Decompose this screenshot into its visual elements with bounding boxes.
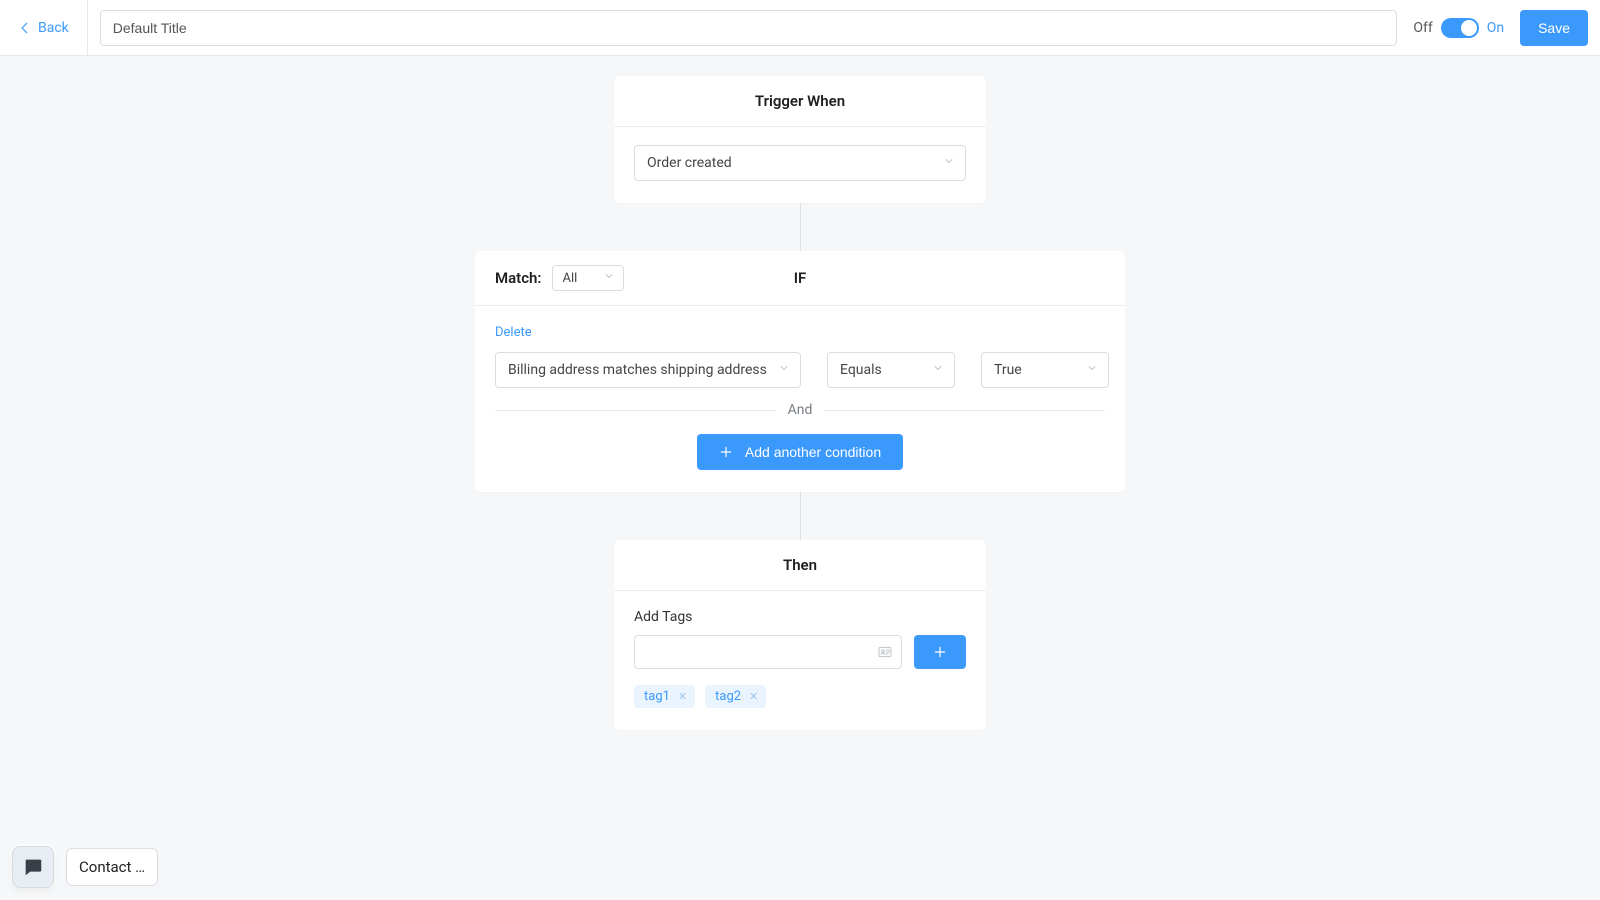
- arrow-left-icon: [18, 21, 32, 35]
- conditions-head: Match: All IF: [475, 251, 1125, 306]
- tags-list: tag1 ✕ tag2 ✕: [634, 685, 966, 708]
- tag-input-row: [634, 635, 966, 669]
- chevron-down-icon: [943, 155, 955, 171]
- chat-icon: [22, 856, 44, 878]
- connector-line: [800, 492, 801, 540]
- then-card: Then Add Tags: [614, 540, 986, 730]
- title-input[interactable]: [100, 10, 1398, 46]
- plus-icon: [719, 445, 733, 459]
- condition-value-value: True: [994, 362, 1022, 378]
- workflow-canvas: Trigger When Order created Match: All IF: [0, 56, 1600, 790]
- chat-widget-button[interactable]: [12, 846, 54, 888]
- match-select-value: All: [563, 271, 578, 286]
- trigger-card: Trigger When Order created: [614, 76, 986, 203]
- add-condition-button[interactable]: Add another condition: [697, 434, 903, 470]
- match-label: Match:: [495, 269, 542, 287]
- delete-condition-link[interactable]: Delete: [495, 325, 532, 340]
- if-label: IF: [794, 269, 807, 287]
- then-heading: Then: [614, 540, 986, 591]
- trigger-heading: Trigger When: [614, 76, 986, 127]
- plus-icon: [933, 645, 947, 659]
- add-tags-label: Add Tags: [634, 609, 966, 625]
- condition-joiner: And: [495, 402, 1105, 418]
- add-condition-label: Add another condition: [745, 444, 881, 460]
- chevron-down-icon: [1086, 362, 1098, 378]
- trigger-select-value: Order created: [647, 155, 732, 171]
- enabled-toggle-group: Off On: [1409, 18, 1508, 38]
- conditions-card: Match: All IF Delete Billing address mat…: [475, 251, 1125, 492]
- tag-input-wrapper: [634, 635, 902, 669]
- match-select[interactable]: All: [552, 265, 624, 291]
- tag-input[interactable]: [645, 636, 877, 668]
- contact-dock: Contact …: [12, 846, 158, 888]
- id-card-icon: [877, 644, 893, 660]
- chevron-down-icon: [778, 362, 790, 378]
- top-bar: Back Off On Save: [0, 0, 1600, 56]
- condition-row: Billing address matches shipping address…: [495, 352, 1105, 388]
- toggle-off-label: Off: [1413, 20, 1432, 36]
- add-tag-button[interactable]: [914, 635, 966, 669]
- back-label: Back: [38, 20, 69, 36]
- connector-line: [800, 203, 801, 251]
- chevron-down-icon: [932, 362, 944, 378]
- tag: tag1 ✕: [634, 685, 695, 708]
- back-button[interactable]: Back: [0, 0, 88, 55]
- tag-remove-icon[interactable]: ✕: [678, 690, 687, 703]
- tag-label: tag1: [644, 689, 670, 704]
- chevron-down-icon: [603, 270, 615, 286]
- tag-remove-icon[interactable]: ✕: [749, 690, 758, 703]
- condition-field-select[interactable]: Billing address matches shipping address: [495, 352, 801, 388]
- tag: tag2 ✕: [705, 685, 766, 708]
- condition-field-value: Billing address matches shipping address: [508, 362, 767, 378]
- condition-value-select[interactable]: True: [981, 352, 1109, 388]
- joiner-label: And: [788, 402, 813, 418]
- save-button[interactable]: Save: [1520, 10, 1588, 46]
- enabled-toggle[interactable]: [1441, 18, 1479, 38]
- condition-operator-select[interactable]: Equals: [827, 352, 955, 388]
- trigger-select[interactable]: Order created: [634, 145, 966, 181]
- toggle-on-label: On: [1487, 20, 1504, 36]
- condition-operator-value: Equals: [840, 362, 882, 378]
- tag-label: tag2: [715, 689, 741, 704]
- contact-button[interactable]: Contact …: [66, 848, 158, 886]
- toggle-knob: [1461, 20, 1477, 36]
